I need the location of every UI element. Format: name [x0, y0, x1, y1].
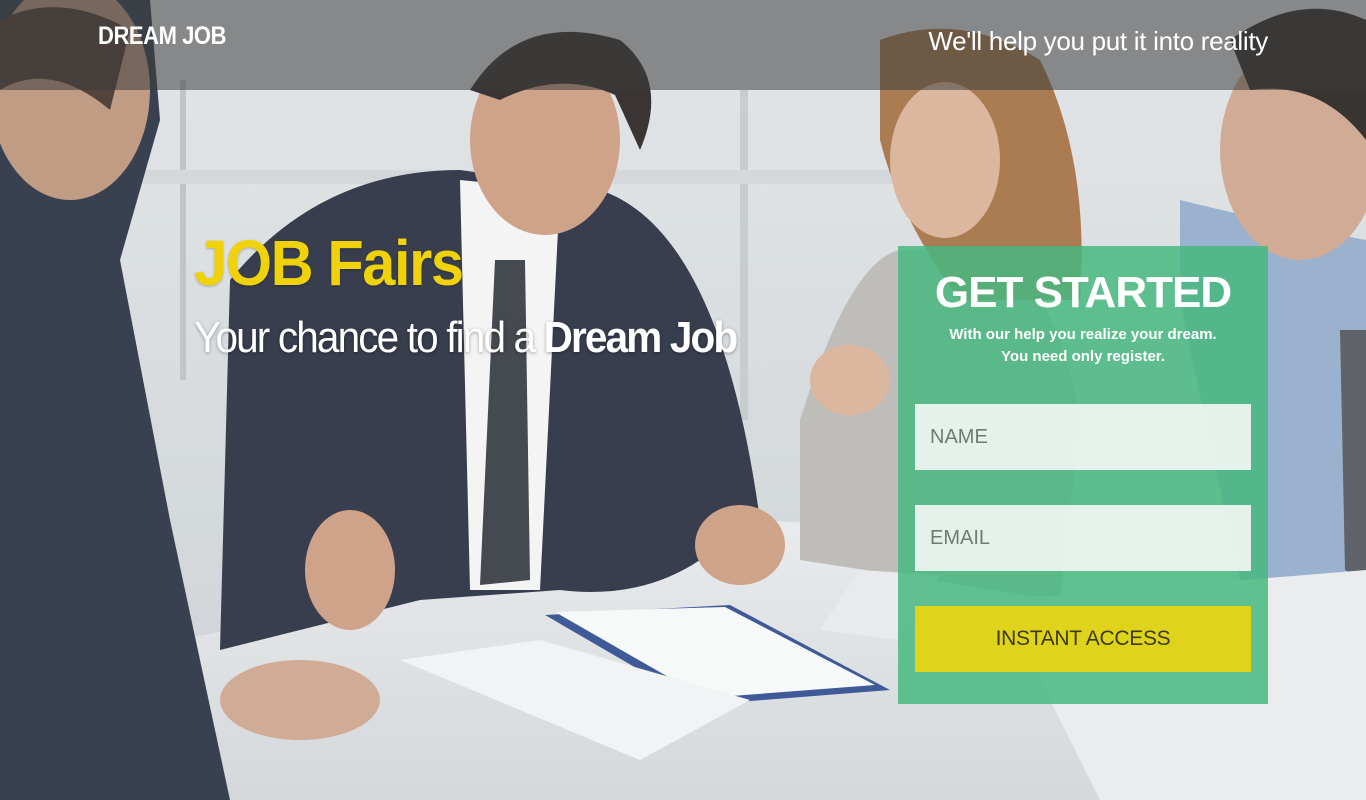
hero-subtitle-emphasis: Dream Job [543, 313, 739, 362]
instant-access-button[interactable]: INSTANT ACCESS [915, 606, 1251, 672]
signup-description: With our help you realize your dream. Yo… [898, 324, 1268, 368]
signup-card-content: GET STARTED With our help you realize yo… [898, 0, 1268, 800]
brand-logo[interactable]: DREAM JOB [98, 22, 226, 51]
signup-description-line-1: With our help you realize your dream. [949, 326, 1217, 343]
signup-title: GET STARTED [934, 268, 1232, 317]
signup-description-line-2: You need only register. [1001, 348, 1165, 365]
email-input[interactable] [915, 505, 1251, 571]
hero-title: JOB Fairs [194, 227, 464, 299]
hero-subtitle: Your chance to find a Dream Job [194, 313, 739, 363]
hero-subtitle-text: Your chance to find a [194, 313, 544, 362]
name-input[interactable] [915, 404, 1251, 470]
landing-page: DREAM JOB We'll help you put it into rea… [0, 0, 1366, 800]
